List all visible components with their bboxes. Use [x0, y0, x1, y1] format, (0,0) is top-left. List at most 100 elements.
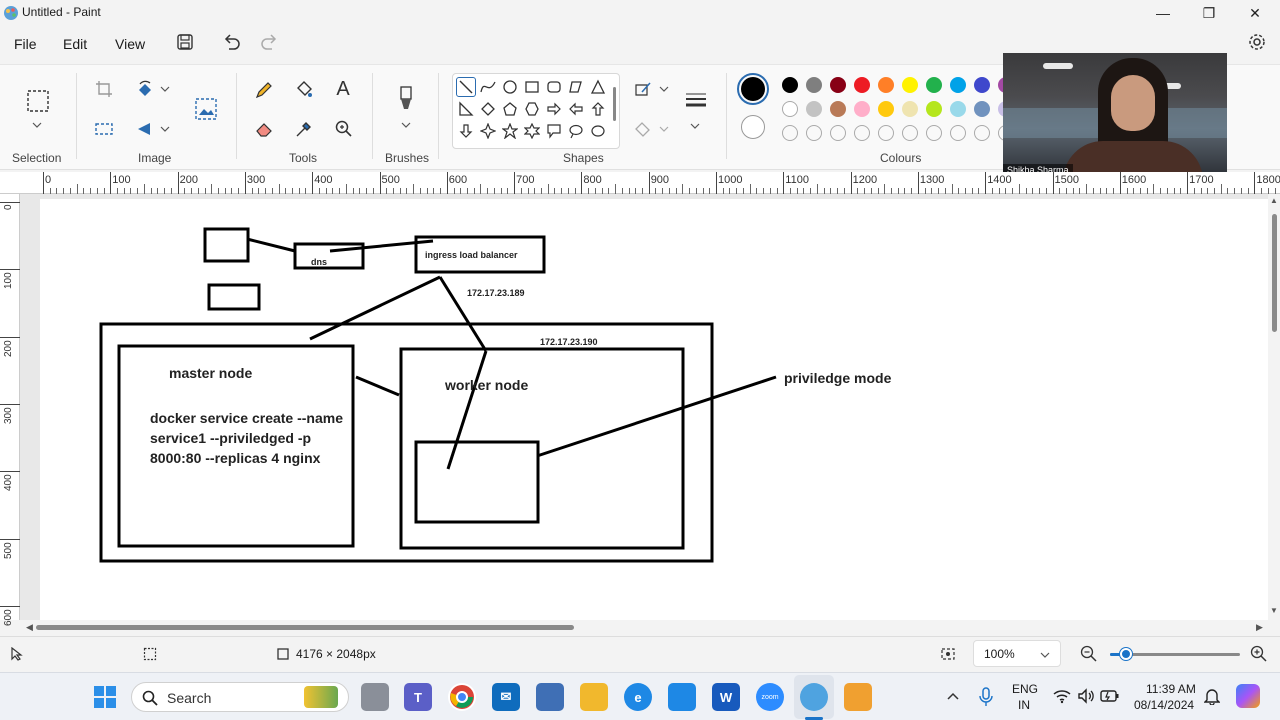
hexagon-shape-icon[interactable] [523, 100, 541, 118]
taskbar-search-box[interactable]: Search [131, 682, 349, 712]
triangle-shape-icon[interactable] [589, 78, 607, 96]
line-shape-icon[interactable] [456, 77, 476, 97]
eraser-icon[interactable] [254, 119, 274, 139]
zoom-out-icon[interactable] [1080, 645, 1098, 663]
zoom-in-icon[interactable] [1250, 645, 1268, 663]
brush-icon[interactable] [395, 85, 417, 113]
custom-color-slot[interactable] [926, 125, 942, 141]
teams-icon[interactable]: T [404, 683, 432, 711]
rounded-rectangle-shape-icon[interactable] [545, 78, 563, 96]
text-tool-icon[interactable]: A [332, 77, 354, 101]
notification-bell-icon[interactable] [1204, 687, 1220, 705]
microphone-icon[interactable] [979, 687, 993, 707]
color-swatch[interactable] [926, 101, 942, 117]
custom-color-slot[interactable] [854, 125, 870, 141]
chevron-down-icon[interactable] [659, 85, 669, 93]
color-swatch[interactable] [854, 101, 870, 117]
color-swatch[interactable] [926, 77, 942, 93]
minimize-button[interactable]: — [1140, 0, 1186, 26]
pencil-icon[interactable] [254, 80, 274, 100]
fit-to-window-icon[interactable] [940, 646, 956, 662]
four-point-star-shape-icon[interactable] [479, 122, 497, 140]
color-swatch[interactable] [854, 77, 870, 93]
chevron-down-icon[interactable] [690, 122, 700, 130]
chevron-down-icon[interactable] [160, 85, 170, 93]
custom-color-slot[interactable] [950, 125, 966, 141]
mail-icon[interactable]: ✉ [492, 683, 520, 711]
cloud-callout-shape-icon[interactable] [589, 122, 607, 140]
volume-icon[interactable] [1077, 688, 1095, 704]
chevron-down-icon[interactable] [401, 121, 411, 129]
color-swatch[interactable] [782, 101, 798, 117]
wifi-icon[interactable] [1053, 688, 1071, 704]
paint-taskbar-icon[interactable] [800, 683, 828, 711]
scroll-left-icon[interactable]: ◀ [26, 622, 33, 633]
color-swatch[interactable] [902, 77, 918, 93]
custom-color-slot[interactable] [806, 125, 822, 141]
language-label[interactable]: ENG [1012, 682, 1038, 696]
fill-icon[interactable] [633, 120, 653, 140]
file-explorer-icon[interactable] [580, 683, 608, 711]
edge-icon[interactable]: e [624, 683, 652, 711]
rect-callout-shape-icon[interactable] [545, 122, 563, 140]
crop-icon[interactable] [95, 80, 113, 98]
menu-file[interactable]: File [14, 36, 37, 52]
custom-color-slot[interactable] [878, 125, 894, 141]
left-arrow-shape-icon[interactable] [567, 100, 585, 118]
chevron-down-icon[interactable] [32, 121, 42, 129]
color-swatch[interactable] [974, 77, 990, 93]
resize-icon[interactable] [94, 120, 114, 138]
redo-icon[interactable] [260, 32, 280, 52]
horizontal-scroll-thumb[interactable] [36, 625, 574, 630]
settings-gear-icon[interactable] [1247, 32, 1267, 52]
vertical-scroll-thumb[interactable] [1272, 214, 1277, 332]
custom-color-slot[interactable] [974, 125, 990, 141]
shapes-scrollbar[interactable] [613, 87, 616, 121]
color-swatch[interactable] [830, 101, 846, 117]
chrome-icon[interactable] [448, 683, 476, 711]
secondary-color-swatch[interactable] [741, 115, 765, 139]
clock-time[interactable]: 11:39 AM [1146, 682, 1196, 696]
zoom-slider-thumb[interactable] [1120, 648, 1132, 660]
flip-icon[interactable] [136, 120, 154, 138]
scroll-right-icon[interactable]: ▶ [1256, 622, 1263, 633]
line-size-icon[interactable] [684, 90, 708, 112]
battery-icon[interactable] [1100, 688, 1120, 704]
curve-shape-icon[interactable] [479, 78, 497, 96]
snipping-tool-icon[interactable] [844, 683, 872, 711]
color-picker-icon[interactable] [294, 119, 314, 139]
color-swatch[interactable] [806, 77, 822, 93]
vertical-scrollbar[interactable]: ▲ ▼ [1268, 194, 1280, 620]
paint-3d-icon[interactable] [536, 683, 564, 711]
six-point-star-shape-icon[interactable] [523, 122, 541, 140]
close-button[interactable]: ✕ [1232, 0, 1278, 26]
magnifier-icon[interactable] [334, 119, 354, 139]
pentagon-shape-icon[interactable] [501, 100, 519, 118]
maximize-button[interactable]: ❐ [1186, 0, 1232, 26]
color-swatch[interactable] [878, 101, 894, 117]
right-arrow-shape-icon[interactable] [545, 100, 563, 118]
scroll-down-icon[interactable]: ▼ [1270, 606, 1278, 615]
color-swatch[interactable] [950, 77, 966, 93]
color-swatch[interactable] [950, 101, 966, 117]
save-icon[interactable] [176, 33, 194, 51]
image-select-icon[interactable] [194, 97, 218, 121]
fill-bucket-icon[interactable] [294, 80, 314, 100]
zoom-select[interactable]: 100% [973, 640, 1061, 667]
menu-view[interactable]: View [115, 36, 145, 52]
clock-date[interactable]: 08/14/2024 [1134, 698, 1194, 712]
copilot-icon[interactable] [1236, 684, 1260, 708]
oval-shape-icon[interactable] [501, 78, 519, 96]
oval-callout-shape-icon[interactable] [567, 122, 585, 140]
task-view-icon[interactable] [361, 683, 389, 711]
chevron-up-icon[interactable] [946, 691, 960, 701]
color-swatch[interactable] [902, 101, 918, 117]
color-swatch[interactable] [974, 101, 990, 117]
undo-icon[interactable] [221, 32, 241, 52]
custom-color-slot[interactable] [902, 125, 918, 141]
color-swatch[interactable] [830, 77, 846, 93]
chevron-down-icon[interactable] [160, 125, 170, 133]
outline-icon[interactable] [633, 80, 653, 100]
notepad-icon[interactable] [668, 683, 696, 711]
windows-start-icon[interactable] [93, 685, 117, 709]
